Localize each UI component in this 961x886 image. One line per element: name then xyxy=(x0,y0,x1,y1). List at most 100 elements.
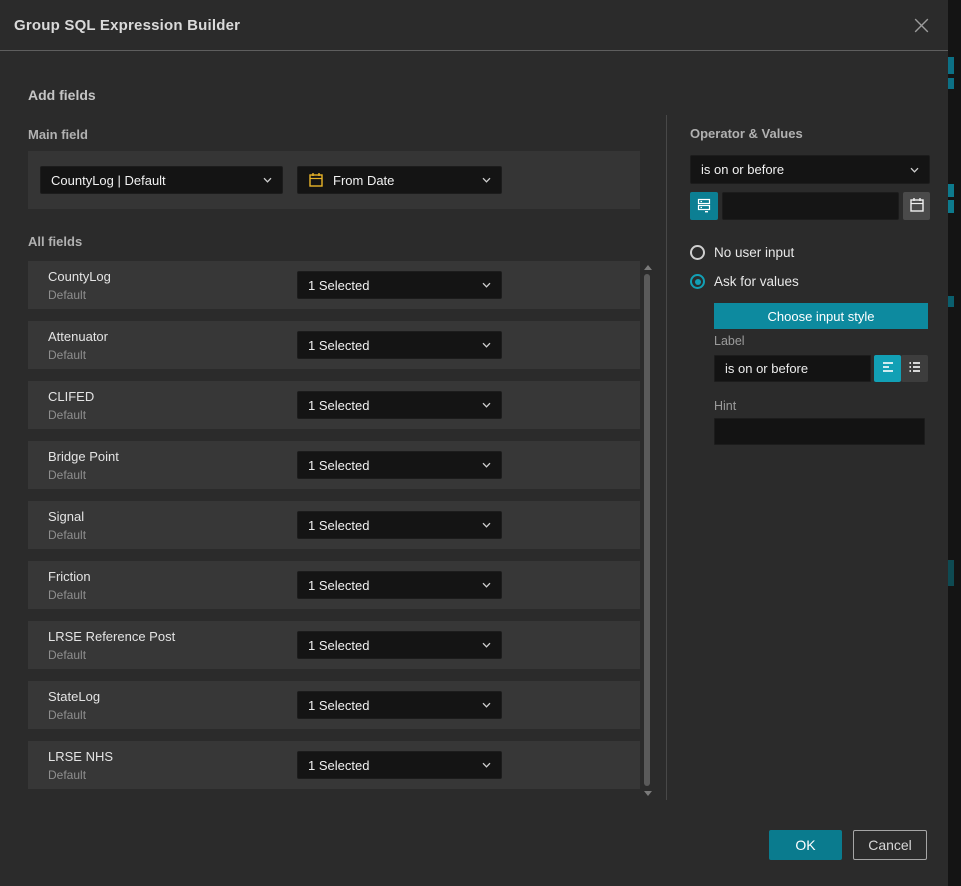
ok-button[interactable]: OK xyxy=(769,830,842,860)
main-field-dropdown-value: From Date xyxy=(333,173,394,188)
hint-field-label: Hint xyxy=(714,399,736,413)
field-name: LRSE NHS xyxy=(48,749,113,764)
chevron-down-icon xyxy=(482,642,491,648)
chevron-down-icon xyxy=(482,402,491,408)
radio-no-user-input[interactable]: No user input xyxy=(690,245,794,260)
bulleted-list-icon xyxy=(908,360,922,377)
field-name: Signal xyxy=(48,509,84,524)
field-row: Signal Default 1 Selected xyxy=(28,501,640,549)
field-row: CLIFED Default 1 Selected xyxy=(28,381,640,429)
stacked-values-icon xyxy=(696,197,712,216)
choose-input-style-button[interactable]: Choose input style xyxy=(714,303,928,329)
field-subtitle: Default xyxy=(48,708,86,722)
close-icon[interactable] xyxy=(910,14,932,36)
date-picker-button[interactable] xyxy=(903,192,930,220)
field-subtitle: Default xyxy=(48,348,86,362)
hint-input[interactable] xyxy=(714,418,925,445)
calendar-icon xyxy=(308,172,324,188)
radio-selected-icon xyxy=(690,274,705,289)
date-value-input[interactable] xyxy=(722,192,899,220)
label-field-label: Label xyxy=(714,334,745,348)
scrollbar-thumb[interactable] xyxy=(644,274,650,786)
selected-count-label: 1 Selected xyxy=(308,698,369,713)
group-sql-expression-builder-dialog: Group SQL Expression Builder Add fields … xyxy=(0,0,948,886)
chevron-down-icon xyxy=(482,342,491,348)
scrollbar-up-arrow-icon[interactable] xyxy=(644,265,652,270)
field-subtitle: Default xyxy=(48,288,86,302)
background-fragment xyxy=(948,57,954,74)
field-subtitle: Default xyxy=(48,468,86,482)
selected-count-label: 1 Selected xyxy=(308,458,369,473)
main-field-dropdown[interactable]: From Date xyxy=(297,166,502,194)
background-fragment xyxy=(948,184,954,197)
dialog-header: Group SQL Expression Builder xyxy=(0,0,948,51)
single-line-style-button[interactable] xyxy=(874,355,901,382)
field-subtitle: Default xyxy=(48,588,86,602)
chevron-down-icon xyxy=(482,762,491,768)
selected-count-label: 1 Selected xyxy=(308,578,369,593)
field-values-dropdown[interactable]: 1 Selected xyxy=(297,511,502,539)
all-fields-list: CountyLog Default 1 Selected Attenuator … xyxy=(28,261,640,801)
selected-count-label: 1 Selected xyxy=(308,758,369,773)
field-subtitle: Default xyxy=(48,528,86,542)
cancel-button[interactable]: Cancel xyxy=(853,830,927,860)
operator-dropdown[interactable]: is on or before xyxy=(690,155,930,184)
field-row: Friction Default 1 Selected xyxy=(28,561,640,609)
field-values-dropdown[interactable]: 1 Selected xyxy=(297,271,502,299)
main-field-panel: CountyLog | Default From Date xyxy=(28,151,640,209)
field-values-dropdown[interactable]: 1 Selected xyxy=(297,331,502,359)
field-row: Bridge Point Default 1 Selected xyxy=(28,441,640,489)
background-app-strip xyxy=(948,0,961,886)
align-left-icon xyxy=(881,360,895,377)
selected-count-label: 1 Selected xyxy=(308,278,369,293)
chevron-down-icon xyxy=(482,522,491,528)
field-values-dropdown[interactable]: 1 Selected xyxy=(297,751,502,779)
radio-unselected-icon xyxy=(690,245,705,260)
field-values-dropdown[interactable]: 1 Selected xyxy=(297,631,502,659)
layer-dropdown[interactable]: CountyLog | Default xyxy=(40,166,283,194)
chevron-down-icon xyxy=(910,167,919,173)
operator-values-heading: Operator & Values xyxy=(690,126,803,141)
selected-count-label: 1 Selected xyxy=(308,398,369,413)
operator-dropdown-value: is on or before xyxy=(701,162,784,177)
screen: Group SQL Expression Builder Add fields … xyxy=(0,0,961,886)
panel-divider xyxy=(666,115,667,800)
background-fragment xyxy=(948,560,954,586)
field-name: CLIFED xyxy=(48,389,94,404)
selected-count-label: 1 Selected xyxy=(308,518,369,533)
layer-dropdown-value: CountyLog | Default xyxy=(51,173,166,188)
field-subtitle: Default xyxy=(48,408,86,422)
field-name: Friction xyxy=(48,569,91,584)
background-fragment xyxy=(948,78,954,89)
field-values-dropdown[interactable]: 1 Selected xyxy=(297,571,502,599)
dialog-title: Group SQL Expression Builder xyxy=(14,17,240,34)
scrollbar-down-arrow-icon[interactable] xyxy=(644,791,652,796)
field-row: Attenuator Default 1 Selected xyxy=(28,321,640,369)
selected-count-label: 1 Selected xyxy=(308,638,369,653)
background-fragment xyxy=(948,200,954,213)
radio-ask-for-values[interactable]: Ask for values xyxy=(690,274,799,289)
chevron-down-icon xyxy=(482,462,491,468)
background-fragment xyxy=(948,296,954,307)
field-name: Attenuator xyxy=(48,329,108,344)
chevron-down-icon xyxy=(263,177,272,183)
chevron-down-icon xyxy=(482,702,491,708)
chevron-down-icon xyxy=(482,177,491,183)
list-style-button[interactable] xyxy=(901,355,928,382)
field-subtitle: Default xyxy=(48,768,86,782)
calendar-icon xyxy=(909,197,925,216)
label-input[interactable] xyxy=(714,355,871,382)
field-name: StateLog xyxy=(48,689,100,704)
field-row: CountyLog Default 1 Selected xyxy=(28,261,640,309)
multiple-values-button[interactable] xyxy=(690,192,718,220)
selected-count-label: 1 Selected xyxy=(308,338,369,353)
field-name: Bridge Point xyxy=(48,449,119,464)
field-values-dropdown[interactable]: 1 Selected xyxy=(297,451,502,479)
all-fields-label: All fields xyxy=(28,234,82,249)
add-fields-heading: Add fields xyxy=(28,87,96,103)
field-name: CountyLog xyxy=(48,269,111,284)
field-values-dropdown[interactable]: 1 Selected xyxy=(297,391,502,419)
chevron-down-icon xyxy=(482,582,491,588)
main-field-label: Main field xyxy=(28,127,88,142)
field-values-dropdown[interactable]: 1 Selected xyxy=(297,691,502,719)
